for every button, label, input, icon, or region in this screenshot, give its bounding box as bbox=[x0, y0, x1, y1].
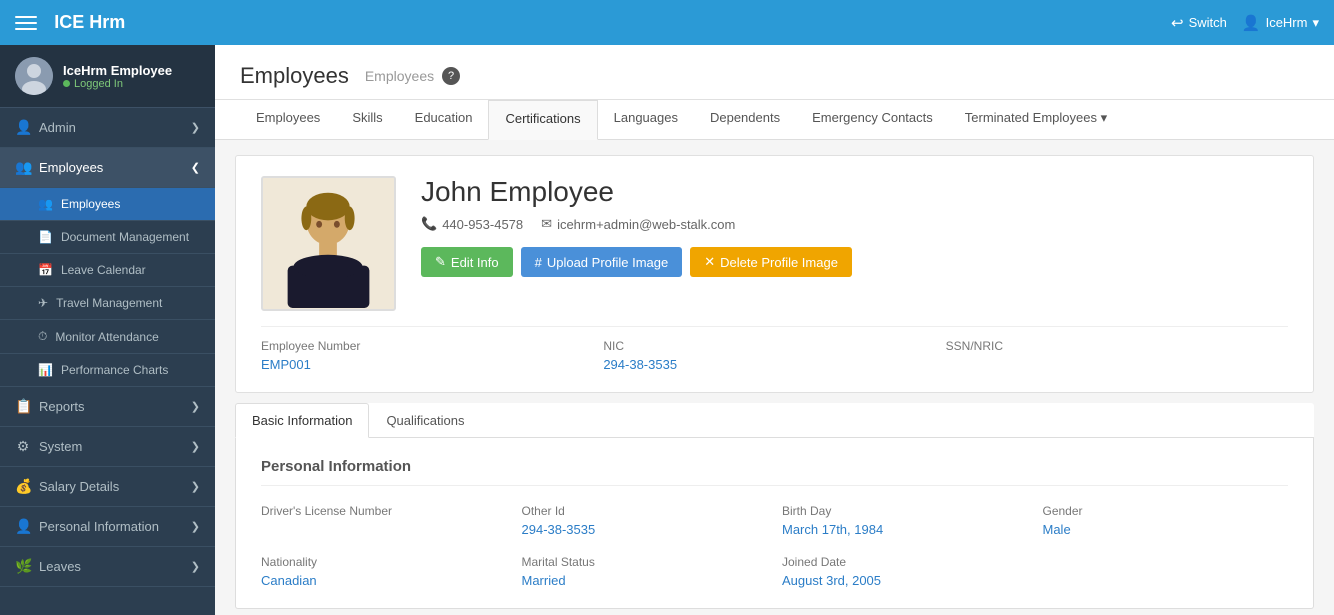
dropdown-icon: ▾ bbox=[1312, 15, 1319, 31]
personal-info-heading: Personal Information bbox=[261, 458, 1288, 486]
upload-icon: # bbox=[535, 255, 542, 270]
gender-field: Gender Male bbox=[1043, 504, 1289, 537]
chevron-icon: ❯ bbox=[191, 480, 200, 493]
navbar-right: ↩ Switch 👤 IceHrm ▾ bbox=[1171, 14, 1319, 32]
other-id-field: Other Id 294-38-3535 bbox=[522, 504, 768, 537]
sub-tabs-bar: Basic Information Qualifications bbox=[235, 403, 1314, 438]
main-layout: IceHrm Employee Logged In 👤 Admin ❯ 👥 Em… bbox=[0, 45, 1334, 615]
edit-icon: ✎ bbox=[435, 254, 446, 270]
document-icon: 📄 bbox=[38, 230, 53, 244]
profile-contact: 📞 440-953-4578 ✉ icehrm+admin@web-stalk.… bbox=[421, 216, 852, 232]
tab-emergency-contacts[interactable]: Emergency Contacts bbox=[796, 100, 949, 139]
sidebar-item-personal-information[interactable]: 👤 Personal Information ❯ bbox=[0, 507, 215, 547]
drivers-license-field: Driver's License Number bbox=[261, 504, 507, 537]
sidebar: IceHrm Employee Logged In 👤 Admin ❯ 👥 Em… bbox=[0, 45, 215, 615]
personal-icon: 👤 bbox=[15, 518, 31, 535]
nic-field: NIC 294-38-3535 bbox=[603, 339, 945, 372]
status-dot bbox=[63, 80, 70, 87]
sidebar-submenu-travel-management[interactable]: ✈ Travel Management bbox=[0, 287, 215, 320]
sidebar-item-leaves[interactable]: 🌿 Leaves ❯ bbox=[0, 547, 215, 587]
navbar: ICE Hrm ↩ Switch 👤 IceHrm ▾ bbox=[0, 0, 1334, 45]
chevron-icon: ❮ bbox=[191, 161, 200, 174]
sub-tab-basic-information[interactable]: Basic Information bbox=[235, 403, 369, 438]
system-icon: ⚙ bbox=[15, 438, 31, 455]
sidebar-submenu-performance-charts[interactable]: 📊 Performance Charts bbox=[0, 354, 215, 387]
profile-section: John Employee 📞 440-953-4578 ✉ icehrm+ad… bbox=[235, 155, 1314, 393]
travel-icon: ✈ bbox=[38, 296, 48, 310]
sidebar-item-system[interactable]: ⚙ System ❯ bbox=[0, 427, 215, 467]
tabs-bar: Employees Skills Education Certification… bbox=[215, 100, 1334, 140]
reports-icon: 📋 bbox=[15, 398, 31, 415]
salary-icon: 💰 bbox=[15, 478, 31, 495]
sidebar-item-reports[interactable]: 📋 Reports ❯ bbox=[0, 387, 215, 427]
avatar bbox=[15, 57, 53, 95]
marital-status-field: Marital Status Married bbox=[522, 555, 768, 588]
phone-icon: 📞 bbox=[421, 216, 437, 232]
admin-icon: 👤 bbox=[15, 119, 31, 136]
profile-top: John Employee 📞 440-953-4578 ✉ icehrm+ad… bbox=[261, 176, 1288, 311]
sidebar-item-admin[interactable]: 👤 Admin ❯ bbox=[0, 108, 215, 148]
nationality-field: Nationality Canadian bbox=[261, 555, 507, 588]
content-area: Employees Employees ? Employees Skills E… bbox=[215, 45, 1334, 615]
tab-certifications[interactable]: Certifications bbox=[488, 100, 597, 140]
employee-name: John Employee bbox=[421, 176, 852, 208]
tab-skills[interactable]: Skills bbox=[336, 100, 398, 139]
page-header: Employees Employees ? bbox=[215, 45, 1334, 100]
sidebar-submenu-document-management[interactable]: 📄 Document Management bbox=[0, 221, 215, 254]
sidebar-item-employees[interactable]: 👥 Employees ❮ bbox=[0, 148, 215, 188]
sidebar-item-salary-details[interactable]: 💰 Salary Details ❯ bbox=[0, 467, 215, 507]
sidebar-submenu-employees[interactable]: 👥 Employees bbox=[0, 188, 215, 221]
employees-sub-icon: 👥 bbox=[38, 197, 53, 211]
hamburger-menu[interactable] bbox=[15, 16, 37, 30]
calendar-icon: 📅 bbox=[38, 263, 53, 277]
edit-info-button[interactable]: ✎ Edit Info bbox=[421, 247, 513, 277]
employees-icon: 👥 bbox=[15, 159, 31, 176]
ssn-field: SSN/NRIC bbox=[946, 339, 1288, 372]
sidebar-submenu-monitor-attendance[interactable]: ⏱ Monitor Attendance bbox=[0, 320, 215, 354]
tab-employees[interactable]: Employees bbox=[240, 100, 336, 139]
chevron-icon: ❯ bbox=[191, 400, 200, 413]
birthday-field: Birth Day March 17th, 1984 bbox=[782, 504, 1028, 537]
delete-profile-image-button[interactable]: ✕ Delete Profile Image bbox=[690, 247, 852, 277]
personal-info-grid: Driver's License Number Other Id 294-38-… bbox=[261, 504, 1288, 588]
tab-languages[interactable]: Languages bbox=[598, 100, 694, 139]
user-status: Logged In bbox=[63, 78, 172, 90]
chevron-icon: ❯ bbox=[191, 520, 200, 533]
chevron-icon: ❯ bbox=[191, 440, 200, 453]
sub-tab-qualifications[interactable]: Qualifications bbox=[369, 403, 481, 438]
performance-icon: 📊 bbox=[38, 363, 53, 377]
chevron-icon: ❯ bbox=[191, 121, 200, 134]
navbar-left: ICE Hrm bbox=[15, 12, 125, 33]
help-icon[interactable]: ? bbox=[442, 67, 460, 85]
profile-info: John Employee 📞 440-953-4578 ✉ icehrm+ad… bbox=[421, 176, 852, 277]
sidebar-submenu-leave-calendar[interactable]: 📅 Leave Calendar bbox=[0, 254, 215, 287]
sidebar-user-section: IceHrm Employee Logged In bbox=[0, 45, 215, 108]
profile-avatar bbox=[261, 176, 396, 311]
breadcrumb[interactable]: Employees bbox=[365, 68, 434, 84]
app-title: ICE Hrm bbox=[54, 12, 125, 33]
fields-row: Employee Number EMP001 NIC 294-38-3535 S… bbox=[261, 326, 1288, 372]
user-menu[interactable]: 👤 IceHrm ▾ bbox=[1242, 14, 1319, 32]
leaves-icon: 🌿 bbox=[15, 558, 31, 575]
dropdown-chevron: ▾ bbox=[1101, 110, 1108, 125]
tab-education[interactable]: Education bbox=[399, 100, 489, 139]
email-contact: ✉ icehrm+admin@web-stalk.com bbox=[541, 216, 735, 232]
user-icon: 👤 bbox=[1242, 14, 1261, 32]
sidebar-user-info: IceHrm Employee Logged In bbox=[63, 63, 172, 90]
attendance-icon: ⏱ bbox=[38, 329, 47, 344]
chevron-icon: ❯ bbox=[191, 560, 200, 573]
delete-icon: ✕ bbox=[704, 254, 715, 270]
button-actions: ✎ Edit Info # Upload Profile Image ✕ Del… bbox=[421, 247, 852, 277]
phone-contact: 📞 440-953-4578 bbox=[421, 216, 523, 232]
tab-terminated-employees[interactable]: Terminated Employees ▾ bbox=[949, 100, 1123, 139]
upload-profile-image-button[interactable]: # Upload Profile Image bbox=[521, 247, 683, 277]
page-title: Employees bbox=[240, 63, 349, 89]
employee-number-field: Employee Number EMP001 bbox=[261, 339, 603, 372]
tab-dependents[interactable]: Dependents bbox=[694, 100, 796, 139]
switch-link[interactable]: ↩ Switch bbox=[1171, 14, 1227, 32]
personal-information-section: Personal Information Driver's License Nu… bbox=[235, 438, 1314, 609]
joined-date-field: Joined Date August 3rd, 2005 bbox=[782, 555, 1028, 588]
switch-icon: ↩ bbox=[1171, 14, 1184, 32]
email-icon: ✉ bbox=[541, 216, 552, 232]
